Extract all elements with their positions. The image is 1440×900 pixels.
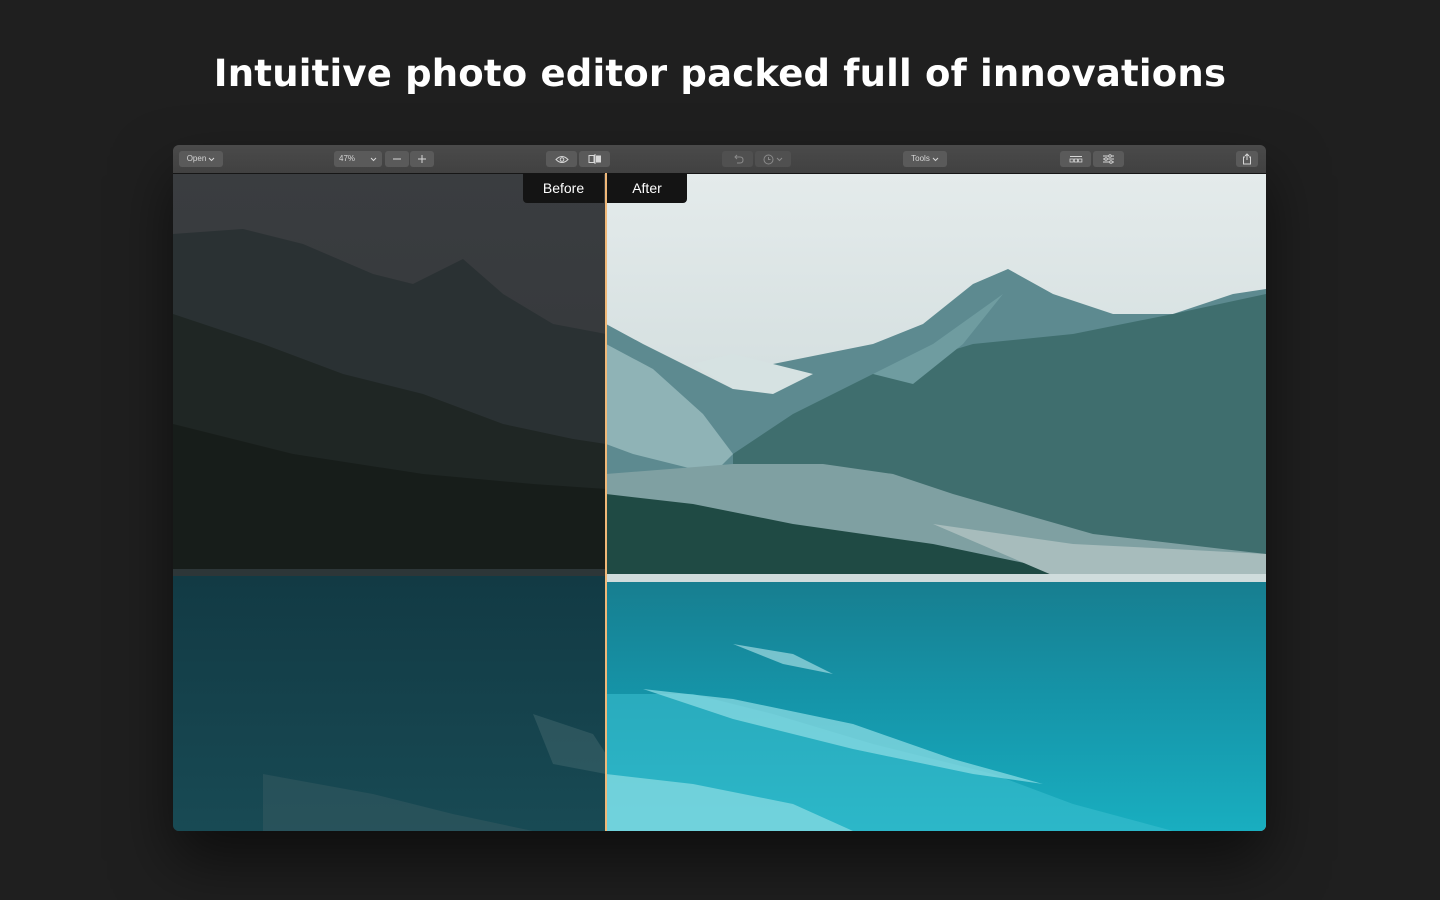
zoom-select[interactable]: 47% <box>334 151 382 167</box>
presets-button[interactable] <box>1060 151 1091 167</box>
toolbar: Open 47% Tools <box>173 145 1266 174</box>
zoom-value: 47% <box>339 154 356 163</box>
plus-icon <box>417 154 427 164</box>
minus-icon <box>392 154 402 164</box>
history-button[interactable] <box>755 151 791 167</box>
before-label: Before <box>523 173 604 203</box>
chevron-down-icon <box>932 157 939 162</box>
compare-split-icon <box>588 154 602 164</box>
open-label: Open <box>186 154 207 163</box>
undo-icon <box>732 154 744 164</box>
chevron-down-icon <box>208 157 215 162</box>
photo-canvas[interactable] <box>173 174 1266 831</box>
before-photo <box>173 174 606 831</box>
share-icon <box>1242 153 1252 165</box>
preview-button[interactable] <box>546 151 577 167</box>
app-window: Open 47% Tools Before After <box>173 145 1266 831</box>
after-photo <box>606 174 1266 831</box>
page-headline: Intuitive photo editor packed full of in… <box>213 52 1227 95</box>
undo-button[interactable] <box>722 151 753 167</box>
after-label: After <box>607 173 687 203</box>
zoom-out-button[interactable] <box>385 151 409 167</box>
compare-button[interactable] <box>579 151 610 167</box>
zoom-in-button[interactable] <box>410 151 434 167</box>
tools-button[interactable]: Tools <box>903 151 947 167</box>
eye-icon <box>554 155 569 164</box>
chevron-down-icon <box>370 157 377 162</box>
sliders-icon <box>1102 154 1115 164</box>
compare-divider-handle[interactable] <box>605 173 607 831</box>
presets-icon <box>1069 155 1083 163</box>
chevron-down-icon <box>776 157 783 162</box>
share-button[interactable] <box>1236 151 1258 167</box>
tools-label: Tools <box>911 154 930 163</box>
clock-icon <box>763 154 774 165</box>
open-button[interactable]: Open <box>179 151 223 167</box>
adjust-button[interactable] <box>1093 151 1124 167</box>
